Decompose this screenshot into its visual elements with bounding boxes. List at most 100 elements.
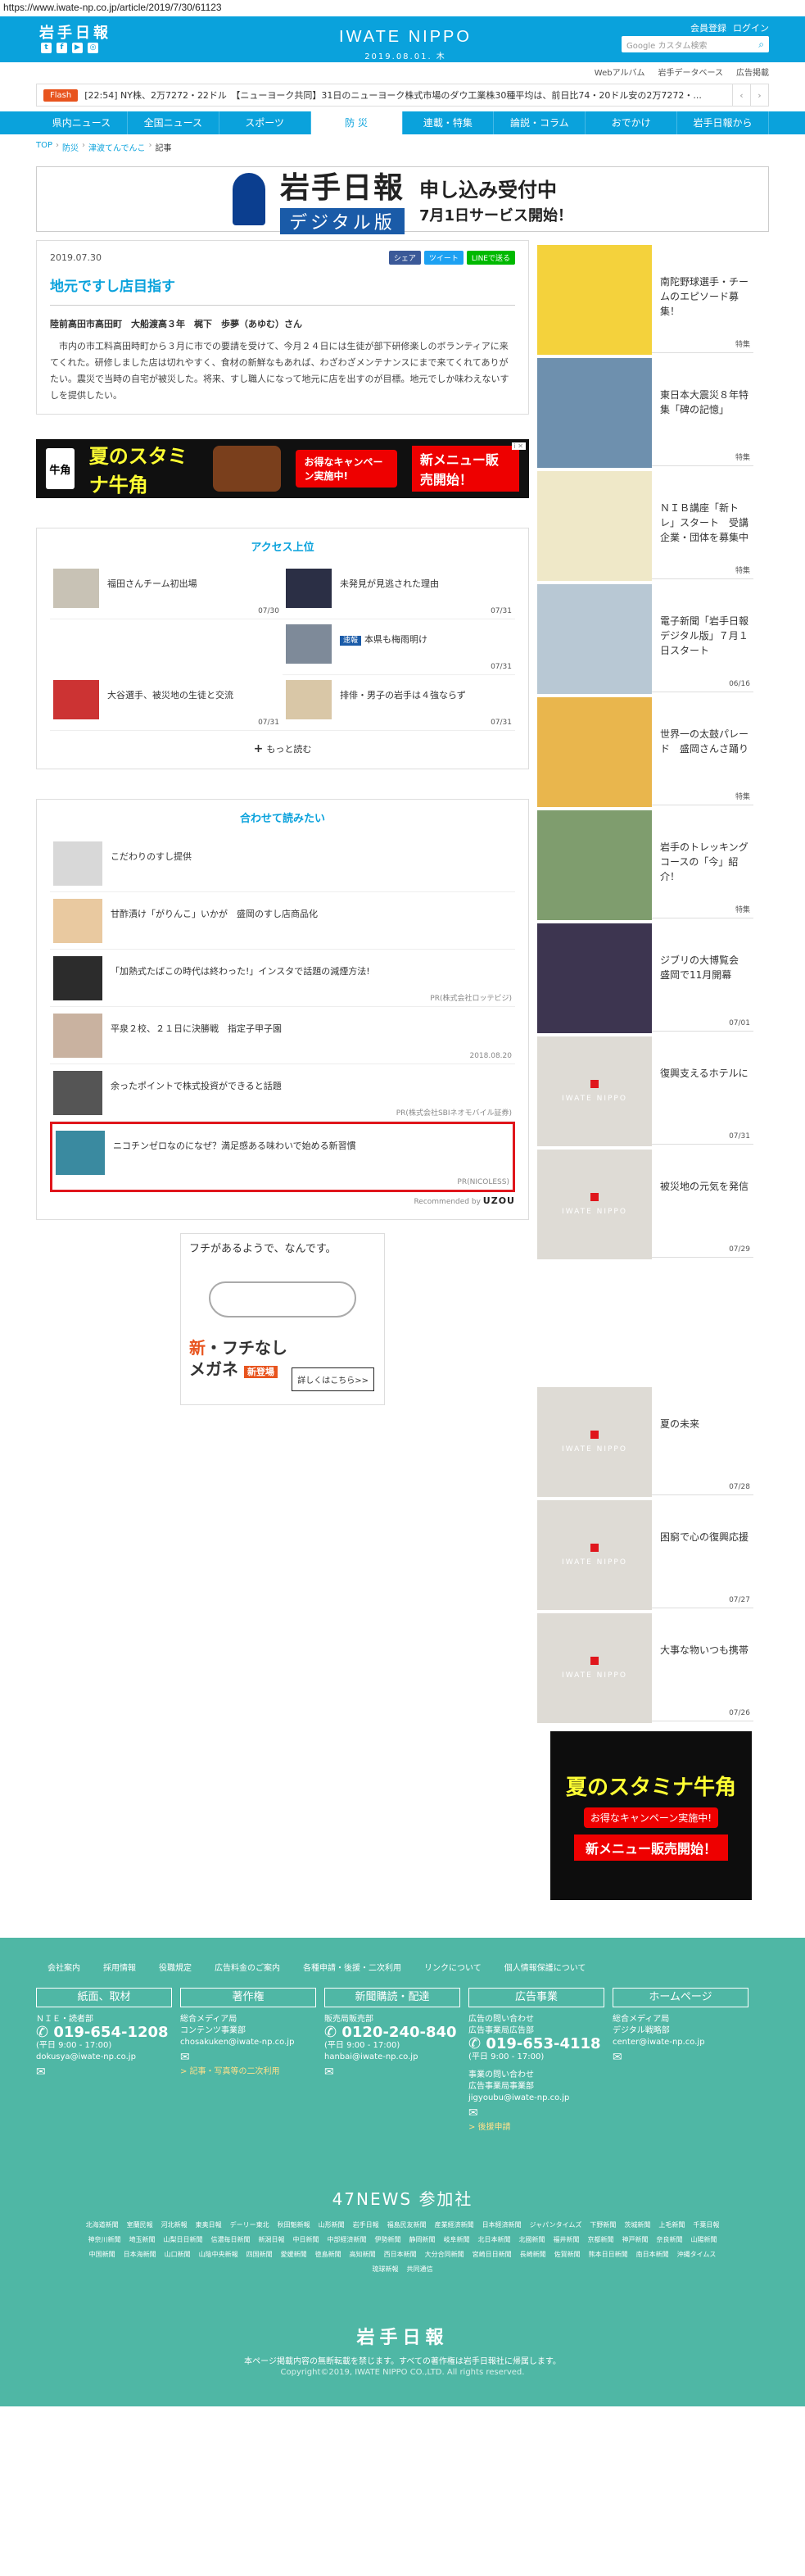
glasses-ad[interactable]: フチがあるようで、なんです。 新・フチなし メガネ 新登場 詳しくはこちら>> [180, 1233, 385, 1405]
news47-paper-link[interactable]: 沖縄タイムス [677, 2249, 717, 2261]
footer-link-company[interactable]: 会社案内 [47, 1961, 80, 1973]
news47-paper-link[interactable]: 日本海新聞 [124, 2249, 156, 2261]
footer-email[interactable]: center@iwate-np.co.jp [613, 2037, 748, 2048]
subnav-database[interactable]: 岩手データベース [658, 66, 724, 78]
news47-paper-link[interactable]: 岐阜新聞 [444, 2234, 470, 2246]
footer-email[interactable]: dokusya@iwate-np.co.jp [36, 2052, 172, 2063]
recommend-item[interactable]: 甘酢漬け「がりんこ」いかが 盛岡のすし店商品化 [50, 892, 515, 950]
uzou-logo[interactable]: UZOU [483, 1195, 515, 1206]
news47-paper-link[interactable]: 熊本日日新聞 [589, 2249, 628, 2261]
nav-editorial[interactable]: 論説・コラム [494, 111, 586, 134]
nav-series[interactable]: 連載・特集 [403, 111, 495, 134]
phone-number[interactable]: ✆ 019-654-1208 [36, 2025, 172, 2040]
sidebar-item[interactable]: 岩手のトレッキングコースの「今」紹介！ 特集 [537, 805, 753, 920]
news47-paper-link[interactable]: 北國新聞 [519, 2234, 545, 2246]
sidebar-item[interactable]: 南陀野球選手・チームのエピソード募集！ 特集 [537, 240, 753, 355]
login-link[interactable]: ログイン [733, 21, 769, 34]
news47-paper-link[interactable]: 山梨日日新聞 [164, 2234, 203, 2246]
news47-paper-link[interactable]: 奈良新聞 [657, 2234, 683, 2246]
news47-paper-link[interactable]: 中国新聞 [89, 2249, 115, 2261]
sidebar-item[interactable]: ＮＩＢ講座「新トレ」スタート 受講企業・団体を募集中 特集 [537, 466, 753, 581]
footer-link-linking[interactable]: リンクについて [424, 1961, 482, 1973]
sidebar-item[interactable]: IWATE NIPPO 夏の未来 07/28 [537, 1382, 753, 1497]
news47-paper-link[interactable]: 長崎新聞 [520, 2249, 546, 2261]
footer-link-ad-rates[interactable]: 広告料金のご案内 [215, 1961, 280, 1973]
mail-icon[interactable]: ✉ [613, 2052, 748, 2063]
recommend-item[interactable]: 余ったポイントで株式投資ができると話題 PR(株式会社SBIネオモバイル証券) [50, 1064, 515, 1122]
nav-national-news[interactable]: 全国ニュース [128, 111, 219, 134]
footer-secondary-use-link[interactable]: > 記事・写真等の二次利用 [180, 2066, 316, 2078]
mail-icon[interactable]: ✉ [180, 2052, 316, 2063]
footer-link-privacy[interactable]: 個人情報保護について [504, 1961, 586, 1973]
line-share-button[interactable]: LINEで送る [466, 251, 515, 265]
news47-paper-link[interactable]: 山形新聞 [319, 2220, 345, 2231]
ranking-item[interactable]: 排俳・男子の岩手は４強ならず 07/31 [283, 675, 515, 731]
ad-info-icon[interactable]: i ✕ [511, 442, 526, 450]
gyukaku-ad-wide[interactable]: 牛角 夏のスタミナ牛角 お得なキャンペーン実施中! 新メニュー販売開始！ i ✕ [36, 439, 529, 498]
news47-paper-link[interactable]: 宮崎日日新聞 [473, 2249, 512, 2261]
news47-paper-link[interactable]: 東奥日報 [196, 2220, 222, 2231]
breadcrumb-top[interactable]: TOP [36, 141, 52, 153]
news47-paper-link[interactable]: 神戸新聞 [622, 2234, 649, 2246]
news47-paper-link[interactable]: 北海道新聞 [86, 2220, 119, 2231]
footer-email[interactable]: jigyoubu@iwate-np.co.jp [468, 2093, 604, 2104]
recommend-item[interactable]: 「加熱式たばこの時代は終わった!」インスタで話題の減煙方法! PR(株式会社ロッ… [50, 950, 515, 1007]
nav-from-nippo[interactable]: 岩手日報から [677, 111, 769, 134]
news47-paper-link[interactable]: 中日新聞 [293, 2234, 319, 2246]
news47-paper-link[interactable]: 西日本新聞 [384, 2249, 417, 2261]
news47-paper-link[interactable]: 室蘭民報 [127, 2220, 153, 2231]
subnav-webalbum[interactable]: Webアルバム [595, 66, 645, 78]
news47-paper-link[interactable]: 神奈川新聞 [88, 2234, 121, 2246]
youtube-icon[interactable]: ▶ [72, 43, 83, 53]
news47-paper-link[interactable]: 静岡新聞 [409, 2234, 436, 2246]
ranking-item[interactable]: 福田さんチーム初出場 07/30 [50, 564, 283, 619]
news47-paper-link[interactable]: 埼玉新聞 [129, 2234, 156, 2246]
news47-paper-link[interactable]: 共同通信 [407, 2264, 433, 2275]
footer-support-link[interactable]: > 後援申請 [468, 2122, 604, 2134]
sidebar-item[interactable]: IWATE NIPPO 復興支えるホテルに 07/31 [537, 1032, 753, 1146]
ad-details-button[interactable]: 詳しくはこちら>> [292, 1367, 374, 1391]
mail-icon[interactable]: ✉ [468, 2107, 604, 2119]
read-more-button[interactable]: + もっと読む [50, 742, 515, 755]
news47-paper-link[interactable]: 北日本新聞 [478, 2234, 511, 2246]
news47-paper-link[interactable]: 上毛新聞 [658, 2220, 685, 2231]
footer-link-rules[interactable]: 役職規定 [159, 1961, 192, 1973]
sidebar-item[interactable]: IWATE NIPPO 被災地の元気を発信 07/29 [537, 1145, 753, 1259]
news47-paper-link[interactable]: デーリー東北 [230, 2220, 269, 2231]
news47-paper-link[interactable]: 産業経済新聞 [435, 2220, 474, 2231]
gyukaku-ad-square[interactable]: 夏のスタミナ牛角 お得なキャンペーン実施中! 新メニュー販売開始！ [550, 1731, 752, 1900]
news47-paper-link[interactable]: 南日本新聞 [636, 2249, 669, 2261]
news47-paper-link[interactable]: 日本経済新聞 [482, 2220, 522, 2231]
news47-paper-link[interactable]: 山陰中央新報 [199, 2249, 238, 2261]
site-logo[interactable]: 岩手日報 [39, 21, 111, 43]
mail-icon[interactable]: ✉ [324, 2066, 460, 2078]
news47-paper-link[interactable]: ジャパンタイムズ [530, 2220, 582, 2231]
news47-paper-link[interactable]: 千葉日報 [693, 2220, 719, 2231]
nav-prefecture-news[interactable]: 県内ニュース [36, 111, 128, 134]
news47-paper-link[interactable]: 福井新聞 [554, 2234, 580, 2246]
phone-number[interactable]: ✆ 0120-240-840 [324, 2025, 460, 2040]
news47-paper-link[interactable]: 高知新聞 [350, 2249, 376, 2261]
chevron-left-icon[interactable]: ‹ [732, 84, 750, 106]
mail-icon[interactable]: ✉ [36, 2066, 172, 2078]
news47-paper-link[interactable]: 河北新報 [161, 2220, 188, 2231]
news47-paper-link[interactable]: 徳島新聞 [315, 2249, 341, 2261]
ranking-item[interactable]: 未発見が見逃された理由 07/31 [283, 564, 515, 619]
sidebar-item[interactable]: 世界一の太鼓パレード 盛岡さんさ踊り 特集 [537, 692, 753, 807]
news47-paper-link[interactable]: 大分合同新聞 [425, 2249, 464, 2261]
search-icon[interactable]: ⌕ [758, 39, 764, 51]
instagram-icon[interactable]: ◎ [88, 43, 98, 53]
subnav-ad[interactable]: 広告掲載 [736, 66, 769, 78]
register-link[interactable]: 会員登録 [690, 21, 726, 34]
news47-paper-link[interactable]: 京都新聞 [588, 2234, 614, 2246]
news47-paper-link[interactable]: 新潟日報 [259, 2234, 285, 2246]
twitter-icon[interactable]: t [41, 43, 52, 53]
news47-paper-link[interactable]: 中部経済新聞 [328, 2234, 367, 2246]
nav-sports[interactable]: スポーツ [219, 111, 311, 134]
news47-paper-link[interactable]: 山陽新聞 [691, 2234, 717, 2246]
recommend-item-highlighted[interactable]: ニコチンゼロなのになぜ？満足感ある味わいで始める新習慣 PR(NICOLESS) [50, 1122, 515, 1192]
breadcrumb-tendenko[interactable]: 津波てんでんこ [88, 141, 146, 153]
nav-outing[interactable]: おでかけ [586, 111, 678, 134]
news47-paper-link[interactable]: 琉球新報 [373, 2264, 399, 2275]
nav-disaster[interactable]: 防 災 [310, 111, 403, 134]
